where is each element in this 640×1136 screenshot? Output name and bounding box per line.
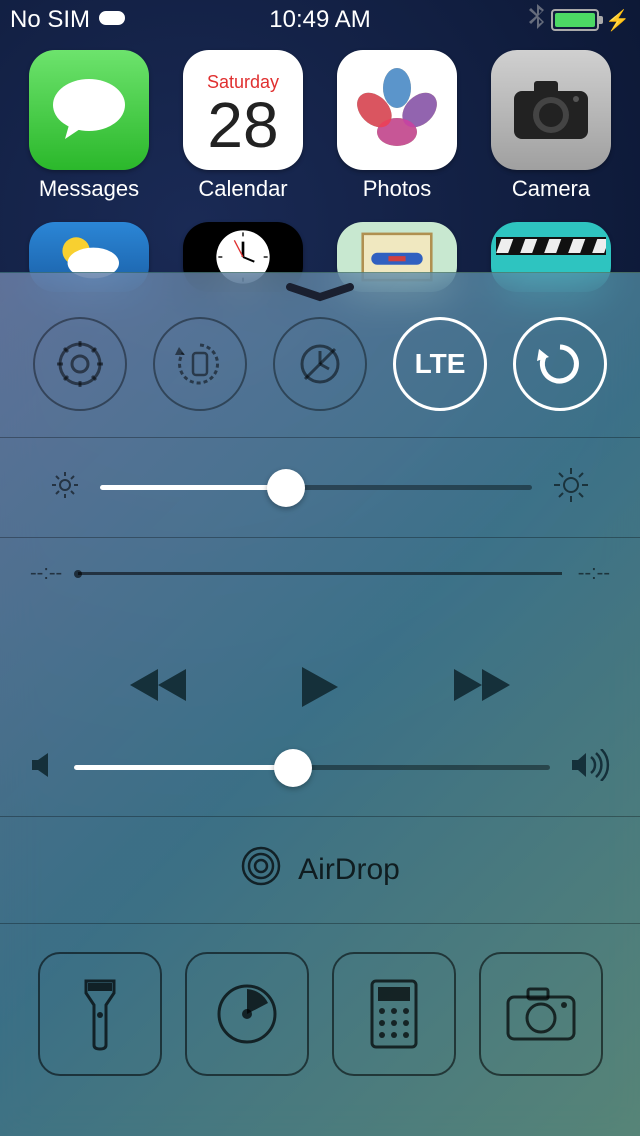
app-messages[interactable]: Messages xyxy=(24,50,154,202)
airdrop-label: AirDrop xyxy=(298,853,400,887)
home-screen: Messages Saturday 28 Calendar xyxy=(0,50,640,292)
refresh-toggle[interactable] xyxy=(513,317,607,411)
battery-icon xyxy=(551,9,599,31)
next-track-button[interactable] xyxy=(450,665,510,709)
scrubber-start-time: --:-- xyxy=(30,562,62,585)
bluetooth-icon xyxy=(529,4,545,37)
airdrop-icon xyxy=(240,845,282,895)
quick-launch-row xyxy=(0,924,640,1104)
lte-label: LTE xyxy=(415,348,466,380)
brightness-slider[interactable] xyxy=(100,485,532,490)
do-not-disturb-toggle[interactable] xyxy=(273,317,367,411)
app-photos[interactable]: Photos xyxy=(332,50,462,202)
volume-slider[interactable] xyxy=(74,765,550,770)
lte-toggle[interactable]: LTE xyxy=(393,317,487,411)
app-label: Messages xyxy=(39,176,139,202)
rotation-lock-toggle[interactable] xyxy=(153,317,247,411)
app-label: Photos xyxy=(363,176,432,202)
volume-high-icon xyxy=(570,749,610,786)
flashlight-button[interactable] xyxy=(38,952,162,1076)
control-center: LTE --:-- --:-- xyxy=(0,272,640,1136)
scrubber-end-time: --:-- xyxy=(578,562,610,585)
brightness-high-icon xyxy=(552,466,590,509)
status-bar: No SIM 10:49 AM ⚡ xyxy=(0,0,640,40)
previous-track-button[interactable] xyxy=(130,665,190,709)
play-button[interactable] xyxy=(300,665,340,709)
carrier-label: No SIM xyxy=(10,6,90,34)
brightness-section xyxy=(0,438,640,538)
clock-label: 10:49 AM xyxy=(269,6,370,34)
calendar-date-label: 28 xyxy=(207,93,278,157)
app-calendar[interactable]: Saturday 28 Calendar xyxy=(178,50,308,202)
volume-low-icon xyxy=(30,751,54,784)
calculator-button[interactable] xyxy=(332,952,456,1076)
app-label: Camera xyxy=(512,176,590,202)
camera-button[interactable] xyxy=(479,952,603,1076)
settings-toggle[interactable] xyxy=(33,317,127,411)
app-camera[interactable]: Camera xyxy=(486,50,616,202)
timer-button[interactable] xyxy=(185,952,309,1076)
media-section: --:-- --:-- xyxy=(0,538,640,817)
charging-icon: ⚡ xyxy=(605,8,630,33)
scrubber[interactable]: --:-- --:-- xyxy=(30,562,610,585)
grabber-handle[interactable] xyxy=(285,283,355,308)
hotspot-icon xyxy=(98,6,126,34)
brightness-low-icon xyxy=(50,470,80,505)
app-label: Calendar xyxy=(198,176,287,202)
airdrop-button[interactable]: AirDrop xyxy=(0,817,640,924)
